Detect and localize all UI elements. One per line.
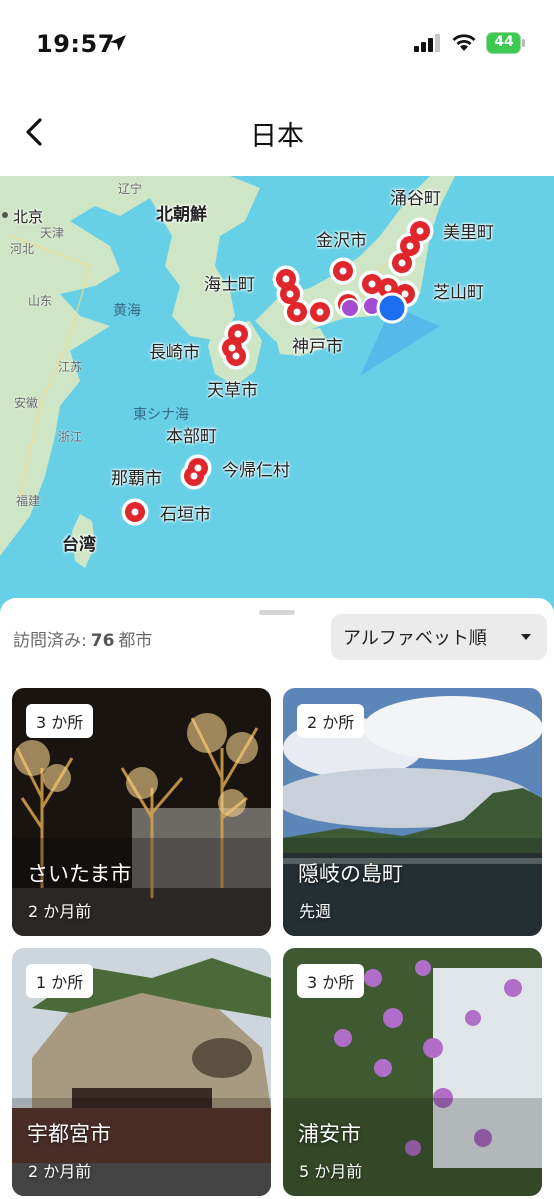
map-label: 北朝鮮	[156, 205, 207, 225]
map-label: 河北	[10, 242, 35, 256]
visited-unit: 都市	[118, 631, 153, 651]
sort-label: アルファベット順	[343, 628, 487, 649]
status-bar: 19:57 44	[0, 0, 554, 90]
navigation-header: 日本	[0, 90, 554, 176]
sheet-drag-handle[interactable]	[259, 610, 295, 615]
map-label: 黄海	[113, 303, 141, 319]
map-label: 那覇市	[111, 469, 162, 489]
location-arrow-icon	[110, 35, 126, 51]
city-card[interactable]: 1 か所 宇都宮市 2 か月前	[12, 948, 271, 1196]
map-label: 天草市	[207, 381, 258, 401]
visited-label: 訪問済み:	[13, 631, 87, 651]
map-label: 芝山町	[433, 283, 484, 303]
battery-icon: 44	[486, 32, 526, 54]
map-label: 山东	[28, 294, 53, 308]
map-label: 辽宁	[118, 182, 143, 196]
caret-down-icon	[521, 634, 531, 640]
map-label: 長崎市	[149, 343, 200, 363]
current-location-dot	[376, 292, 408, 324]
visited-summary: 訪問済み: 76 都市	[13, 626, 152, 651]
map-label: 金沢市	[316, 231, 367, 251]
city-card[interactable]: 2 か所 隠岐の島町 先週	[283, 688, 542, 936]
map-label: 今帰仁村	[222, 461, 290, 481]
map-label: 涌谷町	[390, 189, 441, 209]
location-count-badge: 3 か所	[297, 964, 365, 998]
visit-time: 先週	[299, 902, 332, 921]
location-count-badge: 2 か所	[297, 704, 365, 738]
page-title: 日本	[250, 121, 304, 152]
visit-time: 2 か月前	[28, 1162, 92, 1181]
city-name: 宇都宮市	[27, 1122, 111, 1146]
battery-level: 44	[494, 34, 514, 50]
location-count-badge: 3 か所	[26, 704, 94, 738]
location-count-badge: 1 か所	[26, 964, 94, 998]
map-label: 天津	[40, 226, 65, 240]
map-label: 東シナ海	[133, 407, 189, 423]
map-label: 海士町	[204, 275, 255, 295]
map-label: 台湾	[62, 535, 96, 555]
sort-dropdown[interactable]: アルファベット順	[331, 614, 547, 660]
map-label: 美里町	[443, 223, 494, 243]
map-view[interactable]: 辽宁 北京 北朝鮮 河北 天津 山东 黄海 江苏 安徽 浙江 福建 台湾 東シナ…	[0, 176, 554, 616]
map-label: 浙江	[58, 430, 83, 444]
cities-sheet: 訪問済み: 76 都市 アルファベット順 3 か所 さいたま市 2 か月前 2 …	[0, 598, 554, 1199]
cellular-signal-icon	[414, 34, 440, 52]
map-label: 安徽	[14, 396, 39, 410]
city-card[interactable]: 3 か所 さいたま市 2 か月前	[12, 688, 271, 936]
map-label: 石垣市	[160, 505, 211, 525]
status-time: 19:57	[36, 30, 115, 58]
wifi-icon	[452, 34, 476, 51]
map-label: 北京	[13, 208, 44, 226]
map-label: 福建	[16, 494, 41, 508]
map-label: 神戸市	[292, 337, 343, 357]
city-name: さいたま市	[27, 862, 132, 886]
map-label: 本部町	[166, 427, 217, 447]
visited-count: 76	[90, 631, 115, 651]
visit-time: 5 か月前	[299, 1162, 363, 1181]
map-label: 江苏	[58, 360, 83, 374]
city-name: 隠岐の島町	[298, 862, 403, 886]
visit-time: 2 か月前	[28, 902, 92, 921]
city-card[interactable]: 3 か所 浦安市 5 か月前	[283, 948, 542, 1196]
city-name: 浦安市	[298, 1122, 361, 1146]
